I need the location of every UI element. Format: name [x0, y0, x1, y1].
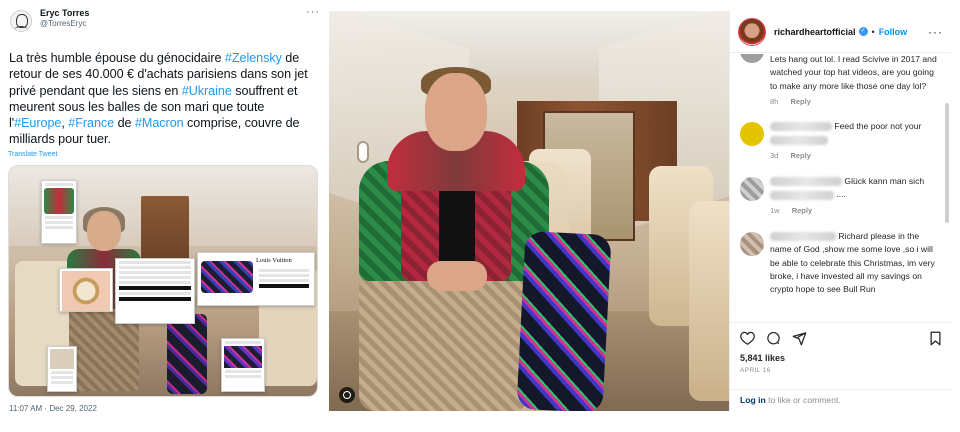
comment-item: Richard please in the name of God ,show …	[730, 230, 944, 297]
instagram-post-photo[interactable]	[329, 11, 729, 411]
comments-scrollbar[interactable]	[945, 103, 949, 223]
author-handle[interactable]: @TorresEryc	[40, 19, 306, 29]
blurred-username	[770, 232, 836, 242]
comment-icon[interactable]	[766, 331, 781, 346]
hashtag-link[interactable]: #Europe	[14, 116, 61, 130]
tweet-header: Eryc Torres @TorresEryc ···	[8, 6, 320, 38]
profile-avatar[interactable]	[738, 17, 766, 46]
post-header: richardheartofficial ✓ • Follow ···	[730, 11, 951, 53]
comment-text: Richard please in the name of God ,show …	[770, 230, 935, 295]
comment-time: 1w	[770, 205, 780, 215]
comment-text: Lets hang out lol. I read Scivive in 201…	[770, 54, 937, 91]
post-date[interactable]: APRIL 16	[740, 367, 942, 374]
tweet-timestamp[interactable]: 11:07 AM · Dec 29, 2022	[8, 404, 320, 413]
bag-image	[516, 230, 612, 411]
tweet-card: Eryc Torres @TorresEryc ··· La très humb…	[0, 0, 328, 432]
instagram-side-panel: richardheartofficial ✓ • Follow ··· Lets…	[729, 11, 952, 411]
hashtag-link[interactable]: #Ukraine	[182, 84, 232, 98]
comment-meta: 8h Reply	[770, 97, 938, 106]
comment-text: Feed the poor not your	[770, 120, 938, 147]
author-name[interactable]: Eryc Torres	[40, 8, 306, 19]
product-card-lv-bag: Louis Vuitton	[197, 251, 315, 306]
reply-button[interactable]: Reply	[790, 97, 810, 106]
commenter-avatar[interactable]	[740, 177, 764, 202]
lv-card-title: Louis Vuitton	[256, 256, 292, 264]
comments-list: Lets hang out lol. I read Scivive in 201…	[730, 54, 944, 322]
commenter-avatar[interactable]	[740, 54, 764, 63]
login-link[interactable]: Log in	[740, 395, 766, 405]
heart-icon[interactable]	[740, 331, 755, 345]
tweet-text: La très humble épouse du génocidaire #Ze…	[8, 50, 320, 148]
tweet-text-segment: La très humble épouse du génocidaire	[9, 51, 225, 65]
comment-item: Lets hang out lol. I read Scivive in 201…	[730, 54, 944, 106]
commenter-avatar[interactable]	[740, 122, 764, 147]
verified-badge-icon: ✓	[858, 27, 868, 36]
blurred-username	[770, 177, 842, 187]
reply-button[interactable]: Reply	[792, 206, 812, 215]
comment-meta: 1w Reply	[770, 206, 938, 215]
comment-meta: 3d Reply	[770, 151, 938, 160]
login-prompt: Log in to like or comment.	[730, 389, 952, 411]
author-avatar[interactable]	[10, 10, 32, 32]
tweet-text-segment: de	[114, 116, 135, 131]
man-figure	[425, 73, 487, 151]
comment-item: Feed the poor not your 3d Reply	[730, 120, 944, 160]
product-card-watch	[59, 267, 113, 312]
likes-count[interactable]: 5,841 likes	[740, 353, 942, 363]
comment-item: Glück kann man sich .... 1w Reply	[730, 175, 944, 215]
more-horizontal-icon[interactable]: ···	[928, 25, 943, 39]
comment-text: Glück kann man sich ....	[770, 175, 938, 202]
product-card-bag	[221, 337, 265, 392]
bag-image	[167, 313, 207, 394]
commenter-avatar[interactable]	[740, 231, 764, 256]
share-icon[interactable]	[792, 331, 807, 346]
follow-button[interactable]: Follow	[879, 27, 908, 37]
translate-tweet-link[interactable]: Translate Tweet	[8, 151, 320, 158]
comment-time: 3d	[770, 151, 779, 161]
blurred-text	[770, 135, 828, 145]
hashtag-link[interactable]: #France	[68, 116, 114, 130]
cabin-window	[357, 141, 369, 163]
hashtag-link[interactable]: #Zelensky	[225, 51, 282, 65]
product-card-jacket	[41, 179, 77, 244]
bookmark-icon[interactable]	[929, 331, 942, 346]
blurred-text	[770, 190, 834, 200]
product-card-shoe	[47, 345, 77, 392]
more-horizontal-icon[interactable]: ···	[306, 6, 320, 18]
blurred-username	[770, 122, 832, 132]
user-tag-icon[interactable]	[339, 387, 355, 403]
reply-button[interactable]: Reply	[790, 151, 810, 160]
hashtag-link[interactable]: #Macron	[135, 116, 184, 130]
tweet-media-image[interactable]: Louis Vuitton	[8, 164, 318, 397]
comment-time: 8h	[770, 97, 779, 107]
product-card-listing	[115, 257, 195, 324]
profile-username[interactable]: richardheartofficial	[774, 27, 856, 37]
